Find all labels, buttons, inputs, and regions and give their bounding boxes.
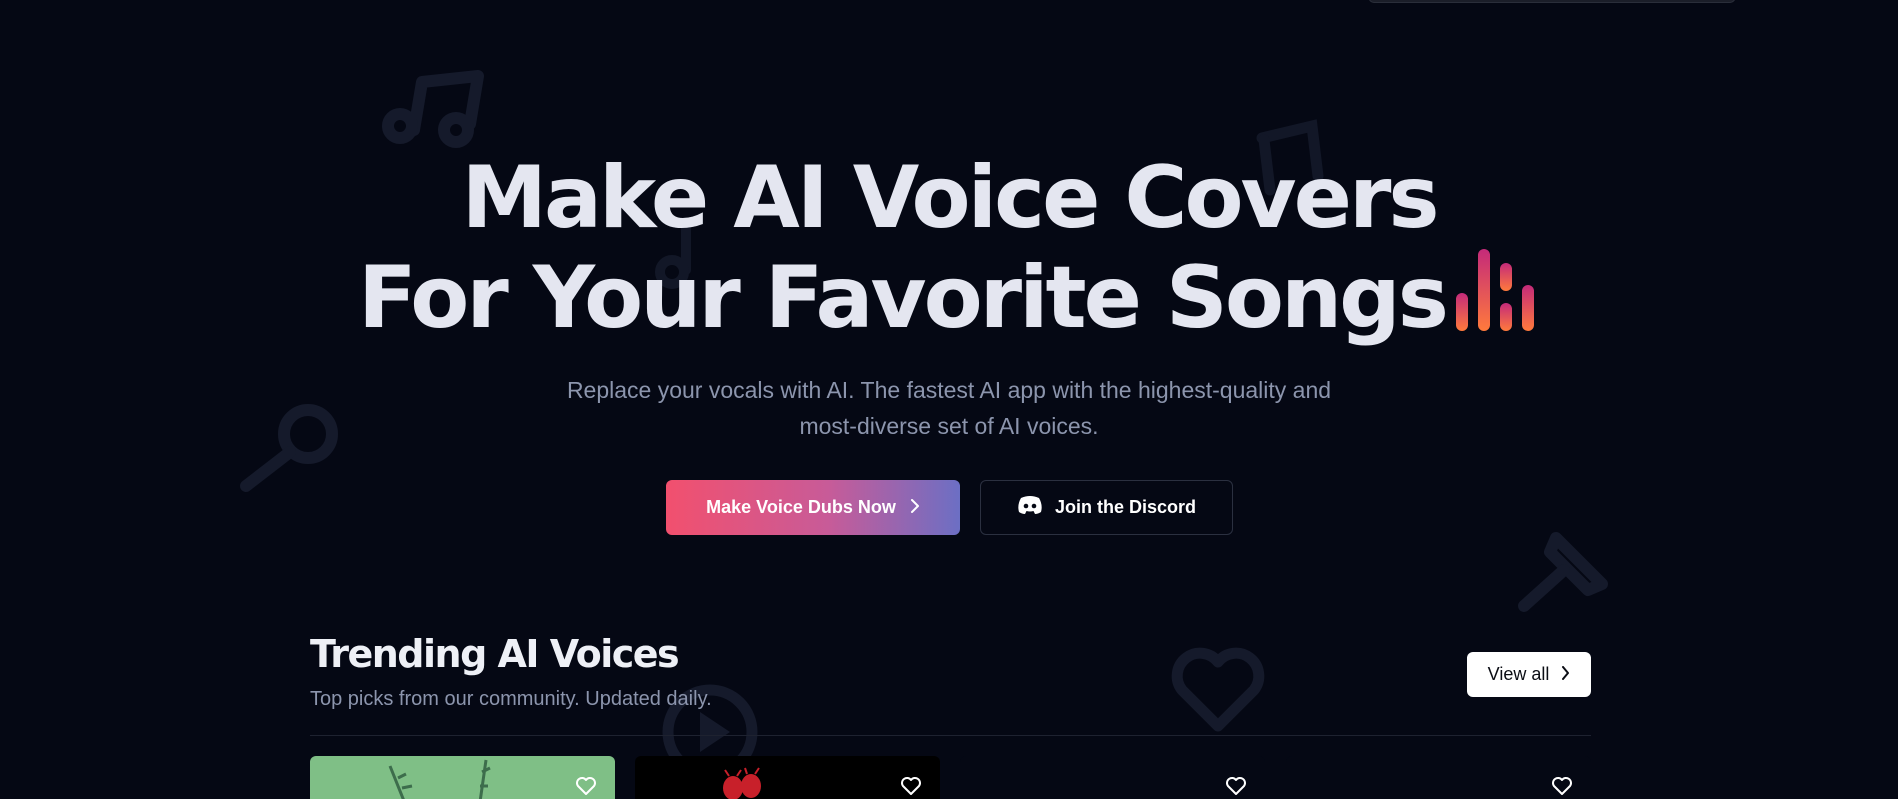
hero-subtitle-line-2: most-diverse set of AI voices. xyxy=(799,413,1099,439)
trending-title: Trending AI Voices xyxy=(310,632,680,676)
view-all-button[interactable]: View all xyxy=(1467,652,1591,697)
microphone-icon xyxy=(1514,524,1616,616)
trending-subtitle: Top picks from our community. Updated da… xyxy=(310,688,712,710)
chevron-right-icon xyxy=(910,497,920,518)
chevron-right-icon xyxy=(1561,664,1570,685)
card-artwork xyxy=(388,759,491,799)
voice-card[interactable] xyxy=(635,756,940,799)
join-discord-button[interactable]: Join the Discord xyxy=(980,480,1233,535)
view-all-label: View all xyxy=(1487,664,1550,684)
top-nav-remnant xyxy=(1368,0,1736,3)
favorite-heart-icon[interactable] xyxy=(900,776,922,799)
landing-page: Make AI Voice Covers For Your Favorite S… xyxy=(0,0,1898,799)
voice-card[interactable] xyxy=(310,756,615,799)
card-artwork xyxy=(723,767,761,799)
hero-subtitle: Replace your vocals with AI. The fastest… xyxy=(520,372,1378,444)
hero-title: Make AI Voice Covers For Your Favorite S… xyxy=(0,148,1898,352)
make-voice-dubs-button[interactable]: Make Voice Dubs Now xyxy=(666,480,960,535)
sound-bars-icon xyxy=(1455,249,1540,352)
discord-icon xyxy=(1017,495,1043,520)
voice-card[interactable] xyxy=(1286,756,1591,799)
hero-title-line-2: For Your Favorite Songs xyxy=(0,248,1898,352)
favorite-heart-icon[interactable] xyxy=(1225,776,1247,799)
music-note-icon xyxy=(378,70,484,156)
section-divider xyxy=(310,735,1591,736)
hero-title-line-1: Make AI Voice Covers xyxy=(461,148,1439,248)
voice-card[interactable] xyxy=(960,756,1265,799)
join-discord-label: Join the Discord xyxy=(1054,497,1197,517)
heart-icon xyxy=(1168,642,1268,734)
favorite-heart-icon[interactable] xyxy=(575,776,597,799)
favorite-heart-icon[interactable] xyxy=(1551,776,1573,799)
hero-subtitle-line-1: Replace your vocals with AI. The fastest… xyxy=(566,377,1332,403)
microphone-icon xyxy=(234,402,340,498)
hero-title-line-2-text: For Your Favorite Songs xyxy=(358,248,1449,348)
make-voice-dubs-label: Make Voice Dubs Now xyxy=(706,497,896,517)
